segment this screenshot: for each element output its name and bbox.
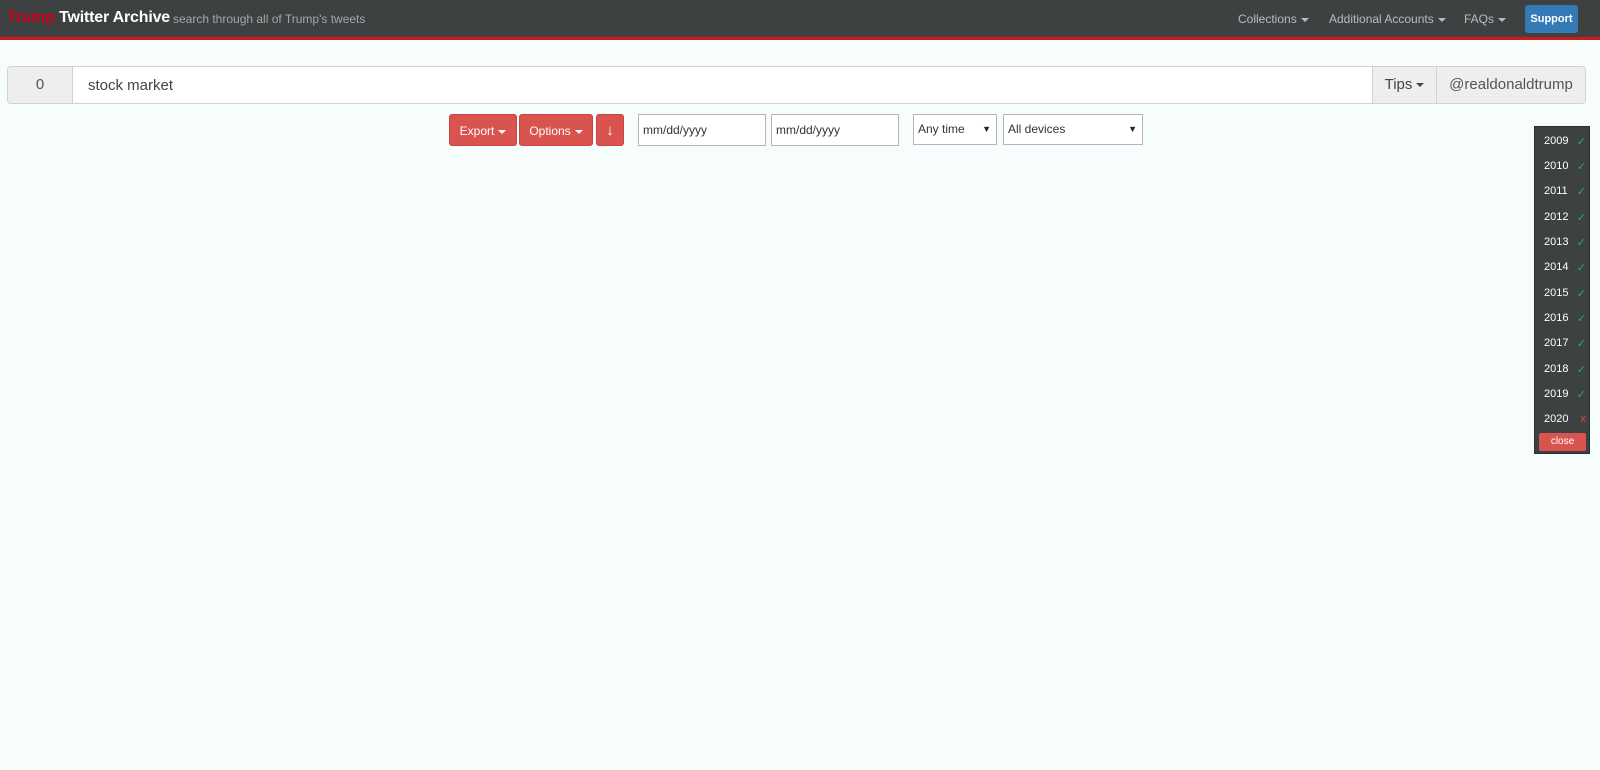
result-count: 0: [8, 67, 73, 103]
check-icon: ✓: [1576, 161, 1586, 173]
year-row-2013[interactable]: 2013 ✓: [1544, 236, 1588, 249]
year-row-2014[interactable]: 2014 ✓: [1544, 261, 1588, 274]
support-button[interactable]: Support: [1525, 5, 1578, 33]
close-year-panel-button[interactable]: close: [1539, 433, 1586, 451]
time-filter-select[interactable]: Any time ▼: [913, 114, 997, 145]
check-icon: ✓: [1576, 136, 1586, 148]
search-input[interactable]: [74, 67, 1379, 103]
tips-dropdown-button[interactable]: Tips: [1372, 67, 1436, 103]
check-icon: ✓: [1576, 338, 1586, 350]
check-icon: ✓: [1576, 237, 1586, 249]
year-filter-panel: 2009 ✓ 2010 ✓ 2011 ✓ 2012 ✓ 2013 ✓ 2014 ✓ 2015…: [1534, 126, 1590, 454]
year-label: 2015: [1544, 287, 1569, 299]
check-icon: ✓: [1576, 212, 1586, 224]
site-tagline: search through all of Trump's tweets: [173, 12, 366, 26]
account-selector-button[interactable]: @realdonaldtrump: [1436, 67, 1585, 103]
year-label: 2012: [1544, 211, 1569, 223]
brand-trump-text: Trump: [7, 9, 55, 26]
arrow-down-icon: ↓: [606, 122, 614, 139]
year-label: 2010: [1544, 160, 1569, 172]
top-navbar: Trump Twitter Archive search through all…: [0, 0, 1600, 40]
check-icon: ✓: [1576, 186, 1586, 198]
check-icon: ✓: [1576, 364, 1586, 376]
caret-down-icon: [1498, 17, 1507, 22]
nav-collections-dropdown[interactable]: Collections: [1238, 12, 1309, 26]
brand-archive-text: Twitter Archive: [59, 9, 170, 26]
year-label: 2013: [1544, 236, 1569, 248]
year-label: 2014: [1544, 261, 1569, 273]
year-row-2015[interactable]: 2015 ✓: [1544, 287, 1588, 300]
sort-order-button[interactable]: ↓: [596, 114, 624, 146]
year-row-2016[interactable]: 2016 ✓: [1544, 312, 1588, 325]
caret-down-icon: [574, 129, 583, 134]
year-label: 2018: [1544, 363, 1569, 375]
device-filter-value: All devices: [1008, 122, 1066, 136]
caret-down-icon: [1416, 83, 1425, 88]
year-label: 2011: [1544, 185, 1568, 197]
check-icon: ✓: [1576, 313, 1586, 325]
select-arrow-icon: ▼: [982, 124, 991, 134]
year-label: 2016: [1544, 312, 1569, 324]
x-icon: x: [1580, 413, 1587, 425]
search-bar: 0 Tips @realdonaldtrump: [7, 66, 1586, 104]
year-row-2017[interactable]: 2017 ✓: [1544, 337, 1588, 350]
nav-faqs-label: FAQs: [1464, 12, 1495, 26]
nav-additional-accounts-label: Additional Accounts: [1329, 12, 1434, 26]
year-label: 2019: [1544, 388, 1569, 400]
year-row-2010[interactable]: 2010 ✓: [1544, 160, 1588, 173]
time-filter-value: Any time: [918, 122, 965, 136]
site-brand[interactable]: Trump Twitter Archive: [7, 9, 170, 27]
export-dropdown-button[interactable]: Export: [449, 114, 517, 146]
caret-down-icon: [498, 129, 507, 134]
year-row-2011[interactable]: 2011 ✓: [1544, 185, 1588, 198]
check-icon: ✓: [1576, 389, 1586, 401]
year-label: 2020: [1544, 413, 1569, 425]
options-label: Options: [529, 124, 571, 138]
year-row-2020[interactable]: 2020 x: [1544, 413, 1588, 425]
year-row-2012[interactable]: 2012 ✓: [1544, 211, 1588, 224]
year-row-2019[interactable]: 2019 ✓: [1544, 388, 1588, 401]
year-row-2018[interactable]: 2018 ✓: [1544, 363, 1588, 376]
year-label: 2009: [1544, 135, 1569, 147]
end-date-input[interactable]: [771, 114, 899, 146]
nav-collections-label: Collections: [1238, 12, 1297, 26]
caret-down-icon: [1437, 17, 1446, 22]
nav-additional-accounts-dropdown[interactable]: Additional Accounts: [1329, 12, 1446, 26]
select-arrow-icon: ▼: [1128, 124, 1137, 134]
year-row-2009[interactable]: 2009 ✓: [1544, 135, 1588, 148]
nav-faqs-dropdown[interactable]: FAQs: [1464, 12, 1507, 26]
year-label: 2017: [1544, 337, 1569, 349]
check-icon: ✓: [1576, 288, 1586, 300]
options-dropdown-button[interactable]: Options: [519, 114, 593, 146]
device-filter-select[interactable]: All devices ▼: [1003, 114, 1143, 145]
caret-down-icon: [1300, 17, 1309, 22]
export-label: Export: [459, 124, 495, 138]
check-icon: ✓: [1576, 262, 1586, 274]
tips-label: Tips: [1384, 76, 1413, 93]
start-date-input[interactable]: [638, 114, 766, 146]
